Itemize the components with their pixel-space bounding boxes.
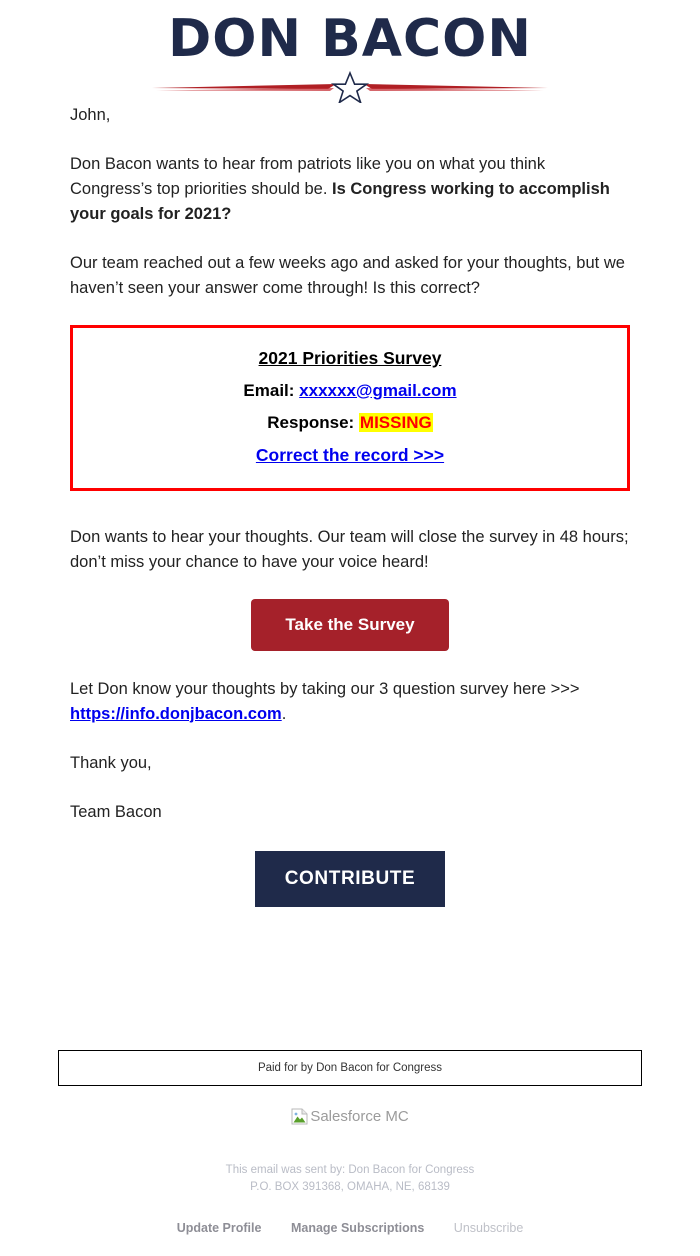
survey-link-paragraph: Let Don know your thoughts by taking our… (70, 677, 630, 727)
take-survey-button[interactable]: Take the Survey (251, 598, 449, 651)
contribute-button[interactable]: CONTRIBUTE (254, 850, 446, 907)
paid-for-disclaimer: Paid for by Don Bacon for Congress (58, 1050, 642, 1086)
signoff-text: Thank you, (70, 753, 152, 772)
survey-response-label: Response: (267, 412, 359, 432)
email-header: DON BACON (0, 0, 700, 103)
contribute-button-row: CONTRIBUTE (70, 850, 630, 907)
sent-by-line-1: This email was sent by: Don Bacon for Co… (225, 1164, 475, 1176)
sent-by-line-2: P.O. BOX 391368, OMAHA, NE, 68139 (250, 1181, 450, 1193)
email-main-content: John, Don Bacon wants to hear from patri… (0, 103, 700, 907)
urgency-paragraph: Don wants to hear your thoughts. Our tea… (70, 527, 629, 571)
unsubscribe-link[interactable]: Unsubscribe (454, 1221, 523, 1235)
logo-wordmark: DON BACON (168, 9, 532, 69)
broken-image-placeholder: Salesforce MC (291, 1108, 409, 1125)
survey-link-plain-text: Let Don know your thoughts by taking our… (70, 679, 580, 698)
email-footer: Paid for by Don Bacon for Congress Sales… (0, 1050, 700, 1235)
sender-address-block: This email was sent by: Don Bacon for Co… (0, 1162, 700, 1196)
salesforce-logo-row: Salesforce MC (0, 1108, 700, 1130)
survey-box-title: 2021 Priorities Survey (258, 347, 442, 368)
survey-email-link[interactable]: xxxxxx@gmail.com (299, 381, 456, 400)
survey-status-box: 2021 Priorities Survey Email: xxxxxx@gma… (70, 324, 630, 491)
correct-the-record-link[interactable]: Correct the record >>> (256, 445, 444, 465)
survey-correct-row: Correct the record >>> (83, 439, 617, 472)
followup-paragraph: Our team reached out a few weeks ago and… (70, 253, 625, 297)
intro-paragraph: Don Bacon wants to hear from patriots li… (70, 152, 630, 227)
star-divider-icon (150, 69, 550, 103)
broken-image-icon (291, 1108, 308, 1125)
survey-email-label: Email: (243, 380, 300, 400)
survey-response-row: Response: MISSING (83, 407, 617, 439)
survey-url-link[interactable]: https://info.donjbacon.com (70, 705, 282, 723)
manage-subscriptions-link[interactable]: Manage Subscriptions (291, 1221, 424, 1235)
broken-image-alt-text: Salesforce MC (310, 1108, 409, 1125)
team-signature: Team Bacon (70, 802, 162, 821)
take-survey-button-row: Take the Survey (70, 598, 630, 651)
survey-email-row: Email: xxxxxx@gmail.com (83, 375, 617, 407)
survey-box-title-row: 2021 Priorities Survey (83, 342, 617, 375)
greeting-text: John, (70, 105, 111, 124)
status-badge-missing: MISSING (358, 412, 433, 432)
footer-links-row: Update Profile Manage Subscriptions Unsu… (0, 1221, 700, 1235)
email-body: DON BACON John, Don Bacon wants to hear … (0, 0, 700, 1235)
update-profile-link[interactable]: Update Profile (177, 1221, 262, 1235)
survey-link-period: . (281, 704, 287, 723)
